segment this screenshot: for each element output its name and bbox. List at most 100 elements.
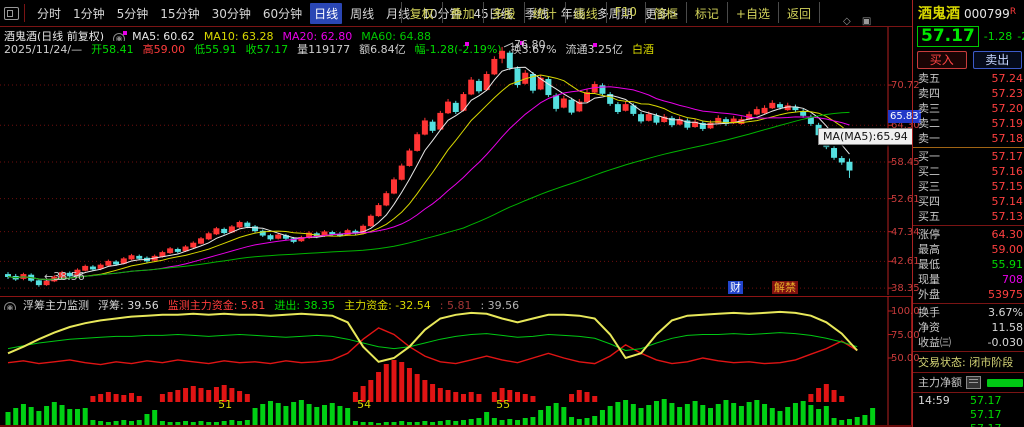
quote-row-label: 现量 <box>918 273 940 286</box>
toolbar-button-叠加[interactable]: 叠加 <box>441 2 483 23</box>
quote-row-value: 57.15 <box>991 180 1024 193</box>
tick-price: 57.17 <box>970 422 1002 427</box>
quote-row-买一[interactable]: 买一 57.17 <box>913 149 1024 164</box>
toolbar-button-复权[interactable]: 复权 <box>400 2 442 23</box>
quote-row-label: 最高 <box>918 243 940 256</box>
period-tab-60分钟[interactable]: 60分钟 <box>259 3 306 24</box>
quote-panel: 酒鬼酒 000799R 57.17 -1.28 -2.19% 买入 卖出 卖五 57… <box>912 0 1024 427</box>
toolbar-divider <box>24 4 25 22</box>
quote-row-label: 卖一 <box>918 132 940 145</box>
trading-terminal-window: 分时 1分钟 5分钟 15分钟 30分钟 60分钟 日线 周线 月线 10分钟 45日线 季线 年线 多周… <box>0 0 1024 427</box>
ma-tooltip: MA(MA5):65.94 <box>818 128 913 145</box>
quote-row-value: 57.17 <box>991 150 1024 163</box>
quote-row-买四[interactable]: 买四 57.14 <box>913 194 1024 209</box>
quote-row-买三[interactable]: 买三 57.15 <box>913 179 1024 194</box>
indicator-x-label: 51 <box>218 398 233 411</box>
tick-price: 57.17 <box>970 408 1002 421</box>
quote-row-买二[interactable]: 买二 57.16 <box>913 164 1024 179</box>
header-token: : 5.81 <box>439 299 472 310</box>
main-net-bar <box>987 378 1023 387</box>
quote-row-value: 57.14 <box>991 195 1024 208</box>
list-icon[interactable] <box>966 376 981 389</box>
trade-tick-row: 14:59 57.17 <box>913 394 1024 408</box>
quote-row-value: 57.13 <box>991 210 1024 223</box>
quote-row-value: 53975 <box>988 288 1023 301</box>
header-token: 浮筹主力监测 <box>23 299 89 310</box>
period-tab-日线[interactable]: 日线 <box>310 2 343 24</box>
trade-status: 交易状态: 闭市阶段 <box>918 356 1014 369</box>
quote-row-卖一[interactable]: 卖一 57.18 <box>913 131 1024 146</box>
toolbar-button-标记[interactable]: 标记 <box>685 2 727 23</box>
indicator-collapse-icon[interactable]: ◉ <box>4 302 16 310</box>
quote-row-value: 57.24 <box>991 72 1024 85</box>
quote-row-卖二[interactable]: 卖二 57.19 <box>913 116 1024 131</box>
candlestick-chart[interactable] <box>0 27 912 295</box>
quote-body: 卖五 57.24 卖四 57.23 卖三 57.20 卖二 57.19 卖一 57.18 买一 57.… <box>913 71 1024 427</box>
trade-tick-row: 57.17 <box>913 422 1024 427</box>
header-token: 浮筹: 39.56 <box>98 299 159 310</box>
toolbar-button-多股[interactable]: 多股 <box>482 2 524 23</box>
quote-row-卖四[interactable]: 卖四 57.23 <box>913 86 1024 101</box>
quote-row-收益㈢: 收益㈢ -0.030 <box>913 335 1024 350</box>
header-token: : 39.56 <box>480 299 520 310</box>
event-badge-解禁[interactable]: 解禁 <box>772 281 798 294</box>
quote-row-label: 卖二 <box>918 117 940 130</box>
period-tab-15分钟[interactable]: 15分钟 <box>156 3 203 24</box>
period-tab-周线[interactable]: 周线 <box>346 3 378 24</box>
quote-row-label: 最低 <box>918 258 940 271</box>
main-net-label: 主力净额 <box>918 376 962 389</box>
quote-row-label: 卖四 <box>918 87 940 100</box>
period-tab-分时[interactable]: 分时 <box>33 3 65 24</box>
price-change: -1.28 <box>983 30 1013 43</box>
quote-row-label: 外盘 <box>918 288 940 301</box>
toolbar-button-F10[interactable]: F10 <box>605 2 645 23</box>
price-change-pct: -2.19% <box>1017 30 1024 43</box>
tick-time <box>918 422 956 427</box>
quote-row-value: 11.58 <box>991 321 1024 334</box>
period-toolbar: 分时 1分钟 5分钟 15分钟 30分钟 60分钟 日线 周线 月线 10分钟 45日线 季线 年线 多周… <box>0 0 912 27</box>
quote-row-净资: 净资 11.58 <box>913 320 1024 335</box>
quote-row-最高: 最高 59.00 <box>913 242 1024 257</box>
toolbar-button-+自选[interactable]: +自选 <box>726 2 778 23</box>
last-price: 57.17 <box>917 26 979 47</box>
quote-row-value: 57.18 <box>991 132 1024 145</box>
quote-row-value: 57.23 <box>991 87 1024 100</box>
indicator-x-label: 55 <box>496 398 511 411</box>
event-badge-财[interactable]: 财 <box>728 281 743 294</box>
quote-row-涨停: 涨停 64.30 <box>913 227 1024 242</box>
quote-row-label: 买五 <box>918 210 940 223</box>
window-layout-icon[interactable] <box>4 6 19 20</box>
buy-button[interactable]: 买入 <box>917 51 967 69</box>
sell-button[interactable]: 卖出 <box>972 51 1022 69</box>
tick-time <box>918 408 956 422</box>
toolbar-button-简框[interactable]: 简框 <box>644 2 686 23</box>
quote-row-label: 卖三 <box>918 102 940 115</box>
indicator-x-label: 54 <box>357 398 372 411</box>
quote-row-卖五[interactable]: 卖五 57.24 <box>913 71 1024 86</box>
trade-tick-row: 57.17 <box>913 408 1024 422</box>
quote-row-value: 57.20 <box>991 102 1024 115</box>
quote-row-label: 买二 <box>918 165 940 178</box>
pane-control-icons[interactable]: ◇ ▣ <box>843 16 875 27</box>
quote-row-label: 卖五 <box>918 72 940 85</box>
indicator-header: ◉ 浮筹主力监测 浮筹: 39.56 监测主力资金: 5.81 进出: 38.35 主力资… <box>4 297 909 310</box>
quote-row-买五[interactable]: 买五 57.13 <box>913 209 1024 224</box>
quote-row-现量: 现量 708 <box>913 272 1024 287</box>
header-token: 进出: 38.35 <box>274 299 336 310</box>
period-tab-5分钟[interactable]: 5分钟 <box>113 3 153 24</box>
quote-row-卖三[interactable]: 卖三 57.20 <box>913 101 1024 116</box>
toolbar-button-返回[interactable]: 返回 <box>777 2 820 23</box>
toolbar-button-画线[interactable]: 画线 <box>564 2 606 23</box>
quote-row-value: 59.00 <box>991 243 1024 256</box>
indicator-chart[interactable] <box>0 296 912 427</box>
period-tab-1分钟[interactable]: 1分钟 <box>69 3 109 24</box>
quote-row-value: 55.91 <box>991 258 1024 271</box>
toolbar-button-统计[interactable]: 统计 <box>523 2 565 23</box>
tick-time: 14:59 <box>918 394 950 407</box>
quote-row-label: 净资 <box>918 321 940 334</box>
tick-price: 57.17 <box>970 394 1002 407</box>
quote-row-label: 买三 <box>918 180 940 193</box>
quote-title: 酒鬼酒 000799R <box>913 0 1024 23</box>
header-token: 主力资金: -32.54 <box>344 299 431 310</box>
period-tab-30分钟[interactable]: 30分钟 <box>208 3 255 24</box>
